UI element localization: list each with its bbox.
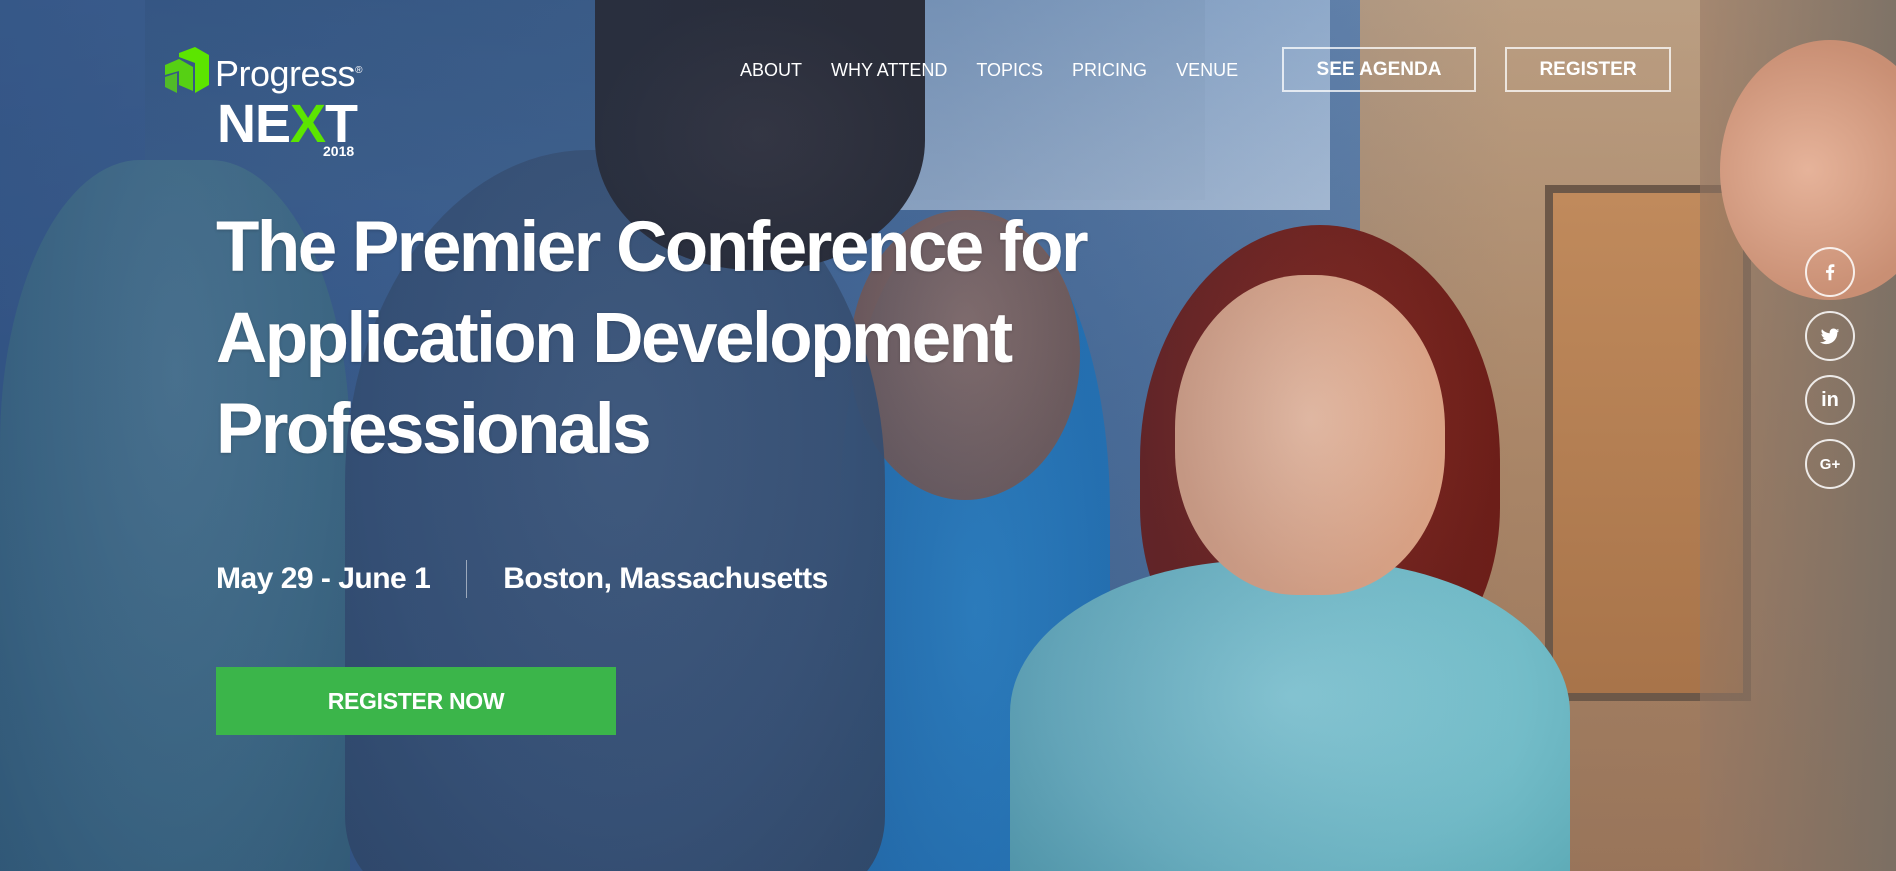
headline-line-1: The Premier Conference for (216, 208, 1089, 287)
register-now-button[interactable]: REGISTER NOW (216, 667, 616, 735)
nav-why-attend[interactable]: WHY ATTEND (831, 60, 947, 81)
headline-line-3: Professionals (216, 390, 652, 469)
event-dates: May 29 - June 1 (216, 562, 431, 595)
progress-next-logo[interactable]: Progress® NEXT 2018 (165, 45, 395, 165)
social-links: in G+ (1805, 247, 1855, 503)
nav-topics[interactable]: TOPICS (976, 60, 1043, 81)
headline-line-2: Application Development (216, 299, 1013, 378)
nav-about[interactable]: ABOUT (740, 60, 802, 81)
event-details: May 29 - June 1 Boston, Massachusetts (216, 560, 828, 598)
twitter-glyph (1819, 328, 1840, 345)
logo-brand-text: Progress® (215, 53, 362, 94)
hero-section: Progress® NEXT 2018 ABOUT WHY ATTEND TOP… (0, 0, 1896, 871)
register-button[interactable]: REGISTER (1505, 47, 1671, 92)
main-nav: ABOUT WHY ATTEND TOPICS PRICING VENUE (740, 46, 1267, 94)
progress-logo-icon (165, 47, 209, 93)
linkedin-icon[interactable]: in (1805, 375, 1855, 425)
nav-venue[interactable]: VENUE (1176, 60, 1238, 81)
see-agenda-button[interactable]: SEE AGENDA (1282, 47, 1476, 92)
event-separator (466, 560, 468, 598)
google-plus-icon[interactable]: G+ (1805, 439, 1855, 489)
logo-year: 2018 (323, 143, 355, 159)
nav-pricing[interactable]: PRICING (1072, 60, 1147, 81)
facebook-glyph (1826, 264, 1835, 281)
facebook-icon[interactable] (1805, 247, 1855, 297)
twitter-icon[interactable] (1805, 311, 1855, 361)
hero-headline: The Premier Conference for Application D… (216, 202, 1116, 475)
event-location: Boston, Massachusetts (503, 562, 828, 595)
